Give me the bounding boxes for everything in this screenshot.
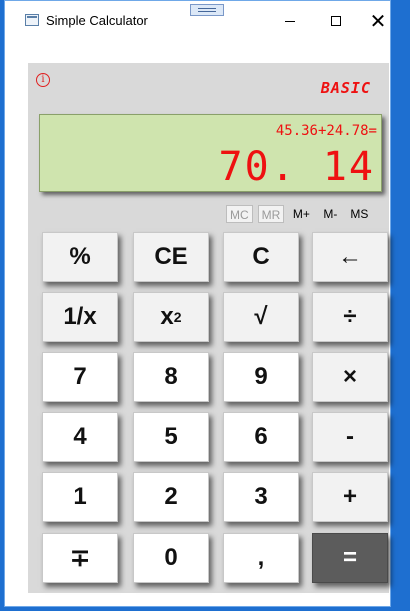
digit-6-button[interactable]: 6 xyxy=(223,412,299,462)
add-button[interactable]: + xyxy=(312,472,388,522)
minimize-icon xyxy=(285,20,295,22)
percent-button[interactable]: % xyxy=(42,232,118,282)
square-button[interactable]: x2 xyxy=(133,292,209,342)
digit-5-button[interactable]: 5 xyxy=(133,412,209,462)
memory-store-button[interactable]: MS xyxy=(347,205,372,223)
maximize-button[interactable] xyxy=(313,1,359,41)
close-button[interactable]: ✕ xyxy=(355,1,401,41)
square-base-label: x xyxy=(160,303,174,330)
divide-button[interactable]: ÷ xyxy=(312,292,388,342)
drag-handle-icon[interactable] xyxy=(190,4,224,16)
calculator-panel: i BASIC 45.36+24.78= 70. 14 MC MR M+ M- … xyxy=(28,63,389,593)
square-root-button[interactable]: √ xyxy=(223,292,299,342)
digit-0-button[interactable]: 0 xyxy=(133,533,209,583)
clear-button[interactable]: C xyxy=(223,232,299,282)
memory-clear-button[interactable]: MC xyxy=(226,205,253,223)
equals-button[interactable]: = xyxy=(312,533,388,583)
decimal-comma-button[interactable]: , xyxy=(223,533,299,583)
maximize-icon xyxy=(331,16,341,26)
title-bar[interactable]: Simple Calculator ✕ xyxy=(5,1,390,41)
backspace-icon: ← xyxy=(338,243,362,270)
digit-4-button[interactable]: 4 xyxy=(42,412,118,462)
mode-label[interactable]: BASIC xyxy=(321,79,371,97)
reciprocal-button[interactable]: 1/x xyxy=(42,292,118,342)
info-icon[interactable]: i xyxy=(36,73,50,87)
calculator-display: 45.36+24.78= 70. 14 xyxy=(39,114,382,192)
digit-1-button[interactable]: 1 xyxy=(42,472,118,522)
digit-2-button[interactable]: 2 xyxy=(133,472,209,522)
negate-button[interactable]: ∓ xyxy=(42,533,118,583)
multiply-button[interactable]: × xyxy=(312,352,388,402)
memory-subtract-button[interactable]: M- xyxy=(318,205,343,223)
result-text: 70. 14 xyxy=(218,144,375,190)
app-window-icon xyxy=(25,14,39,26)
minimize-button[interactable] xyxy=(267,1,313,41)
close-icon: ✕ xyxy=(369,9,387,33)
digit-7-button[interactable]: 7 xyxy=(42,352,118,402)
memory-row: MC MR M+ M- MS xyxy=(226,205,372,225)
expression-text: 45.36+24.78= xyxy=(275,123,377,139)
memory-recall-button[interactable]: MR xyxy=(257,205,285,223)
subtract-button[interactable]: - xyxy=(312,412,388,462)
memory-add-button[interactable]: M+ xyxy=(289,205,314,223)
window-title: Simple Calculator xyxy=(46,13,148,28)
clear-entry-button[interactable]: CE xyxy=(133,232,209,282)
digit-3-button[interactable]: 3 xyxy=(223,472,299,522)
calculator-window: Simple Calculator ✕ i BASIC 45.36+24.78=… xyxy=(4,0,391,607)
backspace-button[interactable]: ← xyxy=(312,232,388,282)
digit-8-button[interactable]: 8 xyxy=(133,352,209,402)
digit-9-button[interactable]: 9 xyxy=(223,352,299,402)
